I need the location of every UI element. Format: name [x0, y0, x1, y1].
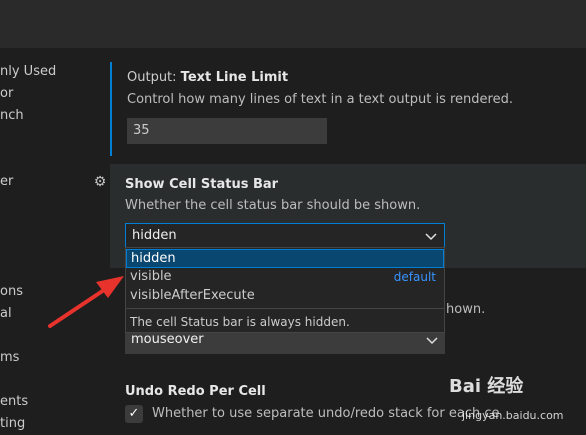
toc-item-problems[interactable]: ms — [0, 350, 19, 365]
setting-title: Undo Redo Per Cell — [125, 384, 266, 399]
cell-status-bar-select[interactable]: hidden — [125, 223, 445, 249]
option-visible[interactable]: visible default — [126, 268, 444, 287]
setting-description: Control how many lines of text in a text… — [127, 92, 513, 107]
select-value: mouseover — [131, 332, 204, 347]
setting-key: Text Line Limit — [180, 70, 289, 85]
option-label: visibleAfterExecute — [130, 288, 255, 303]
toc-item-editor[interactable]: or — [0, 86, 13, 101]
toc-item-terminal[interactable]: al — [0, 306, 12, 321]
undo-redo-checkbox[interactable]: ✓ — [125, 405, 143, 423]
toc-item-extensions[interactable]: ons — [0, 284, 23, 299]
setting-description-tail: hown. — [446, 302, 486, 317]
setting-description: Whether to use separate undo/redo stack … — [152, 406, 500, 421]
toc-item-commonly-used[interactable]: nly Used — [0, 64, 56, 79]
setting-description: Whether the cell status bar should be sh… — [125, 198, 421, 213]
setting-output-text-line-limit: Output: Text Line Limit Control how many… — [110, 62, 586, 156]
select-value: hidden — [132, 228, 177, 243]
toc-item-workbench[interactable]: nch — [0, 108, 24, 123]
chevron-down-icon — [426, 337, 438, 345]
option-label: hidden — [131, 251, 176, 266]
toc-item-comments[interactable]: ents — [0, 394, 28, 409]
default-badge: default — [393, 270, 436, 284]
cell-status-bar-dropdown: hidden visible default visibleAfterExecu… — [125, 247, 445, 333]
setting-key: Undo Redo Per Cell — [125, 384, 266, 399]
settings-toc-sidebar: nly Used or nch er ons al ms ents ting — [0, 48, 110, 435]
baidu-watermark: Bai 经验 — [449, 376, 524, 397]
baidu-watermark-url: jingyan.baidu.com — [462, 409, 564, 422]
setting-title: Output: Text Line Limit — [127, 70, 288, 85]
setting-title: Show Cell Status Bar — [125, 177, 278, 192]
setting-key: Show Cell Status Bar — [125, 177, 279, 192]
setting-category: Output: — [127, 70, 181, 85]
text-line-limit-input[interactable]: 35 — [127, 118, 327, 144]
chevron-down-icon — [425, 233, 437, 241]
option-description: The cell Status bar is always hidden. — [130, 315, 350, 329]
gear-icon[interactable]: ⚙ — [92, 174, 108, 190]
option-visible-after-execute[interactable]: visibleAfterExecute — [126, 287, 444, 306]
toc-item-explorer[interactable]: er — [0, 174, 13, 189]
top-bar — [0, 0, 586, 48]
option-label: visible — [130, 269, 172, 284]
toc-item-remote[interactable]: ting — [0, 416, 25, 431]
option-hidden[interactable]: hidden — [126, 249, 444, 268]
dropdown-divider — [126, 308, 444, 309]
